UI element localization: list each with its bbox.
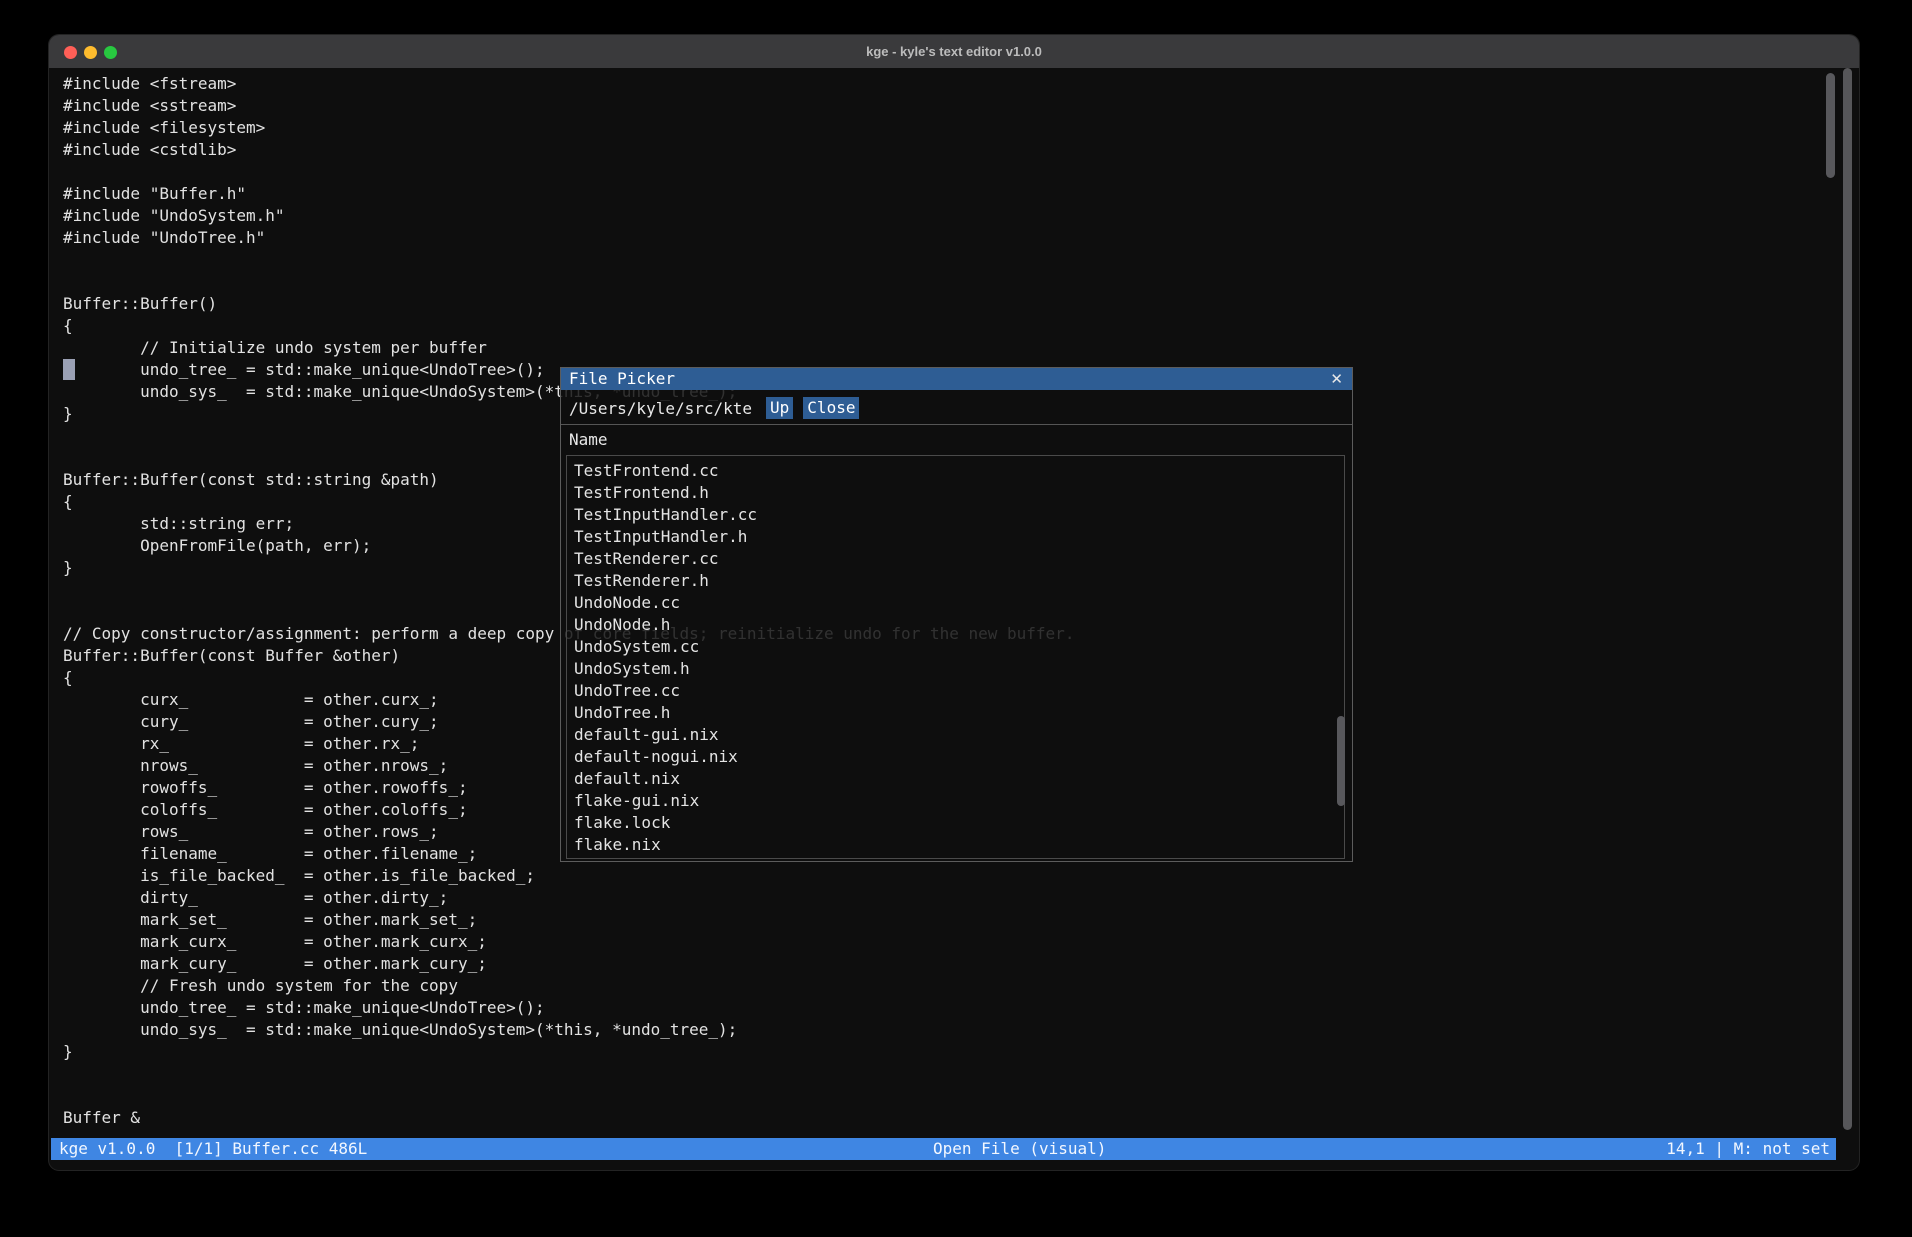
- code-line: // Fresh undo system for the copy: [63, 975, 1074, 997]
- code-line: }: [63, 1041, 1074, 1063]
- status-bar: kge v1.0.0 [1/1] Buffer.cc 486L Open Fil…: [51, 1138, 1836, 1160]
- file-list-item[interactable]: UndoTree.cc: [574, 681, 1344, 703]
- code-line: #include <cstdlib>: [63, 139, 1074, 161]
- status-cursor-mark: 14,1 | M: not set: [1666, 1138, 1830, 1160]
- code-line: #include "UndoTree.h": [63, 227, 1074, 249]
- file-list-item[interactable]: UndoNode.h: [574, 615, 1344, 637]
- divider: [561, 424, 1352, 425]
- file-list-item[interactable]: TestRenderer.cc: [574, 549, 1344, 571]
- code-line: Buffer &: [63, 1107, 1074, 1129]
- close-button[interactable]: Close: [803, 397, 859, 419]
- code-line: [63, 249, 1074, 271]
- file-list-item[interactable]: UndoNode.cc: [574, 593, 1344, 615]
- file-picker-dialog: File Picker ✕ /Users/kyle/src/kte Up Clo…: [560, 367, 1353, 862]
- up-button[interactable]: Up: [766, 397, 793, 419]
- path-row: /Users/kyle/src/kte Up Close: [569, 396, 859, 420]
- code-line: #include <fstream>: [63, 73, 1074, 95]
- editor-scrollbar-thumb[interactable]: [1826, 73, 1835, 178]
- file-list-item[interactable]: UndoTree.h: [574, 703, 1344, 725]
- file-list-item[interactable]: flake-gui.nix: [574, 791, 1344, 813]
- file-list-item[interactable]: flake.lock: [574, 813, 1344, 835]
- file-list-item[interactable]: TestFrontend.cc: [574, 461, 1344, 483]
- code-line: undo_tree_ = std::make_unique<UndoTree>(…: [63, 997, 1074, 1019]
- code-line: [63, 1085, 1074, 1107]
- file-list-item[interactable]: flake.nix: [574, 835, 1344, 857]
- file-picker-title: File Picker: [561, 369, 675, 388]
- code-line: mark_curx_ = other.mark_curx_;: [63, 931, 1074, 953]
- code-line: #include "Buffer.h": [63, 183, 1074, 205]
- editor-window: kge - kyle's text editor v1.0.0 #include…: [49, 35, 1859, 1170]
- code-line: // Initialize undo system per buffer: [63, 337, 1074, 359]
- file-picker-titlebar[interactable]: File Picker ✕: [561, 368, 1352, 390]
- file-list-item[interactable]: UndoSystem.cc: [574, 637, 1344, 659]
- window-scrollbar-rail[interactable]: [1843, 68, 1852, 1130]
- code-line: mark_cury_ = other.mark_cury_;: [63, 953, 1074, 975]
- window-titlebar[interactable]: kge - kyle's text editor v1.0.0: [49, 35, 1859, 68]
- file-list-item[interactable]: default-gui.nix: [574, 725, 1344, 747]
- current-path: /Users/kyle/src/kte: [569, 399, 752, 418]
- code-line: #include <filesystem>: [63, 117, 1074, 139]
- code-line: undo_sys_ = std::make_unique<UndoSystem>…: [63, 1019, 1074, 1041]
- text-cursor: [63, 359, 75, 380]
- status-mode-message: Open File (visual): [933, 1138, 1106, 1160]
- file-list-item[interactable]: default-nogui.nix: [574, 747, 1344, 769]
- file-list-item[interactable]: TestRenderer.h: [574, 571, 1344, 593]
- file-list-item[interactable]: TestInputHandler.cc: [574, 505, 1344, 527]
- code-line: dirty_ = other.dirty_;: [63, 887, 1074, 909]
- column-header-name: Name: [569, 430, 608, 449]
- code-line: is_file_backed_ = other.is_file_backed_;: [63, 865, 1074, 887]
- code-line: #include "UndoSystem.h": [63, 205, 1074, 227]
- code-line: [63, 1063, 1074, 1085]
- code-line: Buffer::Buffer(): [63, 293, 1074, 315]
- status-file-info: kge v1.0.0 [1/1] Buffer.cc 486L: [59, 1138, 367, 1160]
- code-line: [63, 271, 1074, 293]
- file-list-item[interactable]: TestFrontend.h: [574, 483, 1344, 505]
- code-line: mark_set_ = other.mark_set_;: [63, 909, 1074, 931]
- code-line: [63, 161, 1074, 183]
- file-list[interactable]: TestFrontend.ccTestFrontend.hTestInputHa…: [566, 455, 1345, 859]
- file-list-item[interactable]: default.nix: [574, 769, 1344, 791]
- window-title: kge - kyle's text editor v1.0.0: [49, 44, 1859, 59]
- file-list-item[interactable]: UndoSystem.h: [574, 659, 1344, 681]
- file-list-scrollbar-thumb[interactable]: [1337, 716, 1345, 806]
- close-icon[interactable]: ✕: [1330, 368, 1343, 390]
- file-list-item[interactable]: TestInputHandler.h: [574, 527, 1344, 549]
- code-line: #include <sstream>: [63, 95, 1074, 117]
- code-line: {: [63, 315, 1074, 337]
